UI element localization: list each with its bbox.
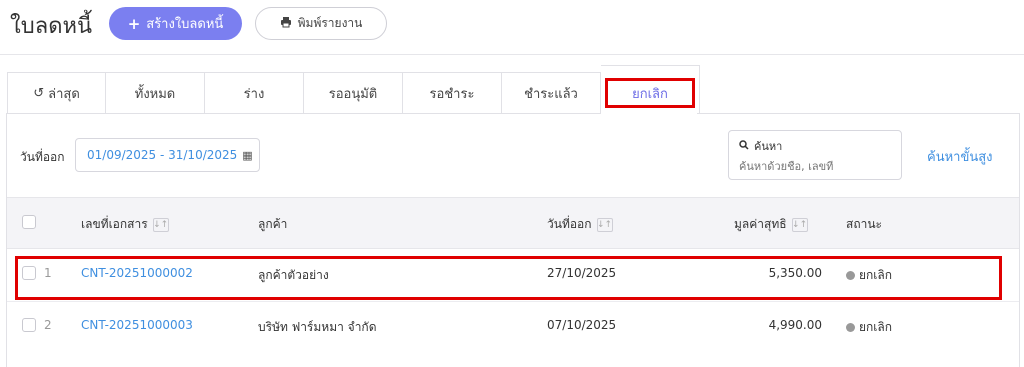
tab-pending-approval[interactable]: รออนุมัติ <box>304 72 403 114</box>
table-header: เลขที่เอกสาร ↓↑ ลูกค้า วันที่ออก ↓↑ มูลค… <box>7 197 1019 249</box>
sort-icon[interactable]: ↓↑ <box>152 217 169 232</box>
row-select[interactable]: 2 <box>22 318 52 332</box>
doc-number-link[interactable]: CNT-20251000003 <box>81 318 193 332</box>
history-icon: ↺ <box>33 85 45 101</box>
status-badge: ยกเลิก <box>846 318 892 337</box>
status-tabs: ↺ ล่าสุด ทั้งหมด ร่าง รออนุมัติ รอชำระ ช… <box>7 65 700 114</box>
row-checkbox[interactable] <box>22 318 36 332</box>
tab-label: รออนุมัติ <box>328 86 378 102</box>
net-amount: 4,990.00 <box>768 318 822 332</box>
status-dot-icon <box>846 323 855 332</box>
tab-label: ล่าสุด <box>48 86 80 102</box>
tabs-baseline <box>697 113 1020 114</box>
row-index: 2 <box>44 318 52 332</box>
row-highlight-annotation <box>15 256 1002 300</box>
search-icon <box>739 139 749 153</box>
tab-label: ทั้งหมด <box>134 86 176 102</box>
calendar-icon: ▦ <box>242 148 253 162</box>
tab-cancelled-highlight: ยกเลิก <box>605 78 695 108</box>
search-box[interactable]: ค้นหา <box>728 130 902 180</box>
column-issue-date[interactable]: วันที่ออก ↓↑ <box>547 215 613 234</box>
column-label: เลขที่เอกสาร <box>81 217 148 231</box>
sort-icon[interactable]: ↓↑ <box>596 217 613 232</box>
issue-date: 07/10/2025 <box>547 318 617 332</box>
tab-label: ร่าง <box>243 86 265 102</box>
customer-name: บริษัท ฟาร์มหมา จำกัด <box>258 320 377 334</box>
select-all-checkbox[interactable] <box>22 215 36 229</box>
column-label: ลูกค้า <box>258 217 288 231</box>
column-label: วันที่ออก <box>547 217 592 231</box>
header-divider <box>0 54 1024 55</box>
date-filter-label: วันที่ออก <box>20 150 65 164</box>
plus-icon: + <box>127 14 141 33</box>
printer-icon <box>280 16 292 31</box>
tab-label: ยกเลิก <box>632 86 668 102</box>
status-label: ยกเลิก <box>859 320 893 334</box>
tab-all[interactable]: ทั้งหมด <box>106 72 205 114</box>
page-header: ใบลดหนี้ + สร้างใบลดหนี้ พิมพ์รายงาน <box>0 0 1024 55</box>
tab-cancelled[interactable]: ยกเลิก <box>601 65 700 114</box>
column-doc-no[interactable]: เลขที่เอกสาร ↓↑ <box>81 215 169 234</box>
date-range-value: 01/09/2025 - 31/10/2025 <box>87 148 238 162</box>
tab-draft[interactable]: ร่าง <box>205 72 304 114</box>
tab-paid[interactable]: ชำระแล้ว <box>502 72 601 114</box>
page-title: ใบลดหนี้ <box>10 14 93 39</box>
column-label: สถานะ <box>846 217 882 231</box>
create-button-label: สร้างใบลดหนี้ <box>146 17 224 32</box>
advanced-search-link[interactable]: ค้นหาขั้นสูง <box>927 146 993 167</box>
print-report-button[interactable]: พิมพ์รายงาน <box>255 7 387 40</box>
print-button-label: พิมพ์รายงาน <box>297 16 363 30</box>
tab-latest[interactable]: ↺ ล่าสุด <box>7 72 106 114</box>
column-status: สถานะ <box>846 215 882 234</box>
tab-awaiting-payment[interactable]: รอชำระ <box>403 72 502 114</box>
search-input[interactable] <box>739 160 889 173</box>
date-range-picker[interactable]: 01/09/2025 - 31/10/2025 ▦ <box>75 138 260 172</box>
tab-label: ชำระแล้ว <box>524 86 578 102</box>
tab-label: รอชำระ <box>429 86 475 102</box>
table-row[interactable]: 2 CNT-20251000003 บริษัท ฟาร์มหมา จำกัด … <box>7 301 1019 353</box>
search-label: ค้นหา <box>754 140 783 153</box>
create-credit-note-button[interactable]: + สร้างใบลดหนี้ <box>109 7 242 40</box>
sort-icon[interactable]: ↓↑ <box>791 217 808 232</box>
column-label: มูลค่าสุทธิ <box>734 217 787 231</box>
column-net-amount[interactable]: มูลค่าสุทธิ ↓↑ <box>734 215 808 234</box>
column-customer: ลูกค้า <box>258 215 287 234</box>
